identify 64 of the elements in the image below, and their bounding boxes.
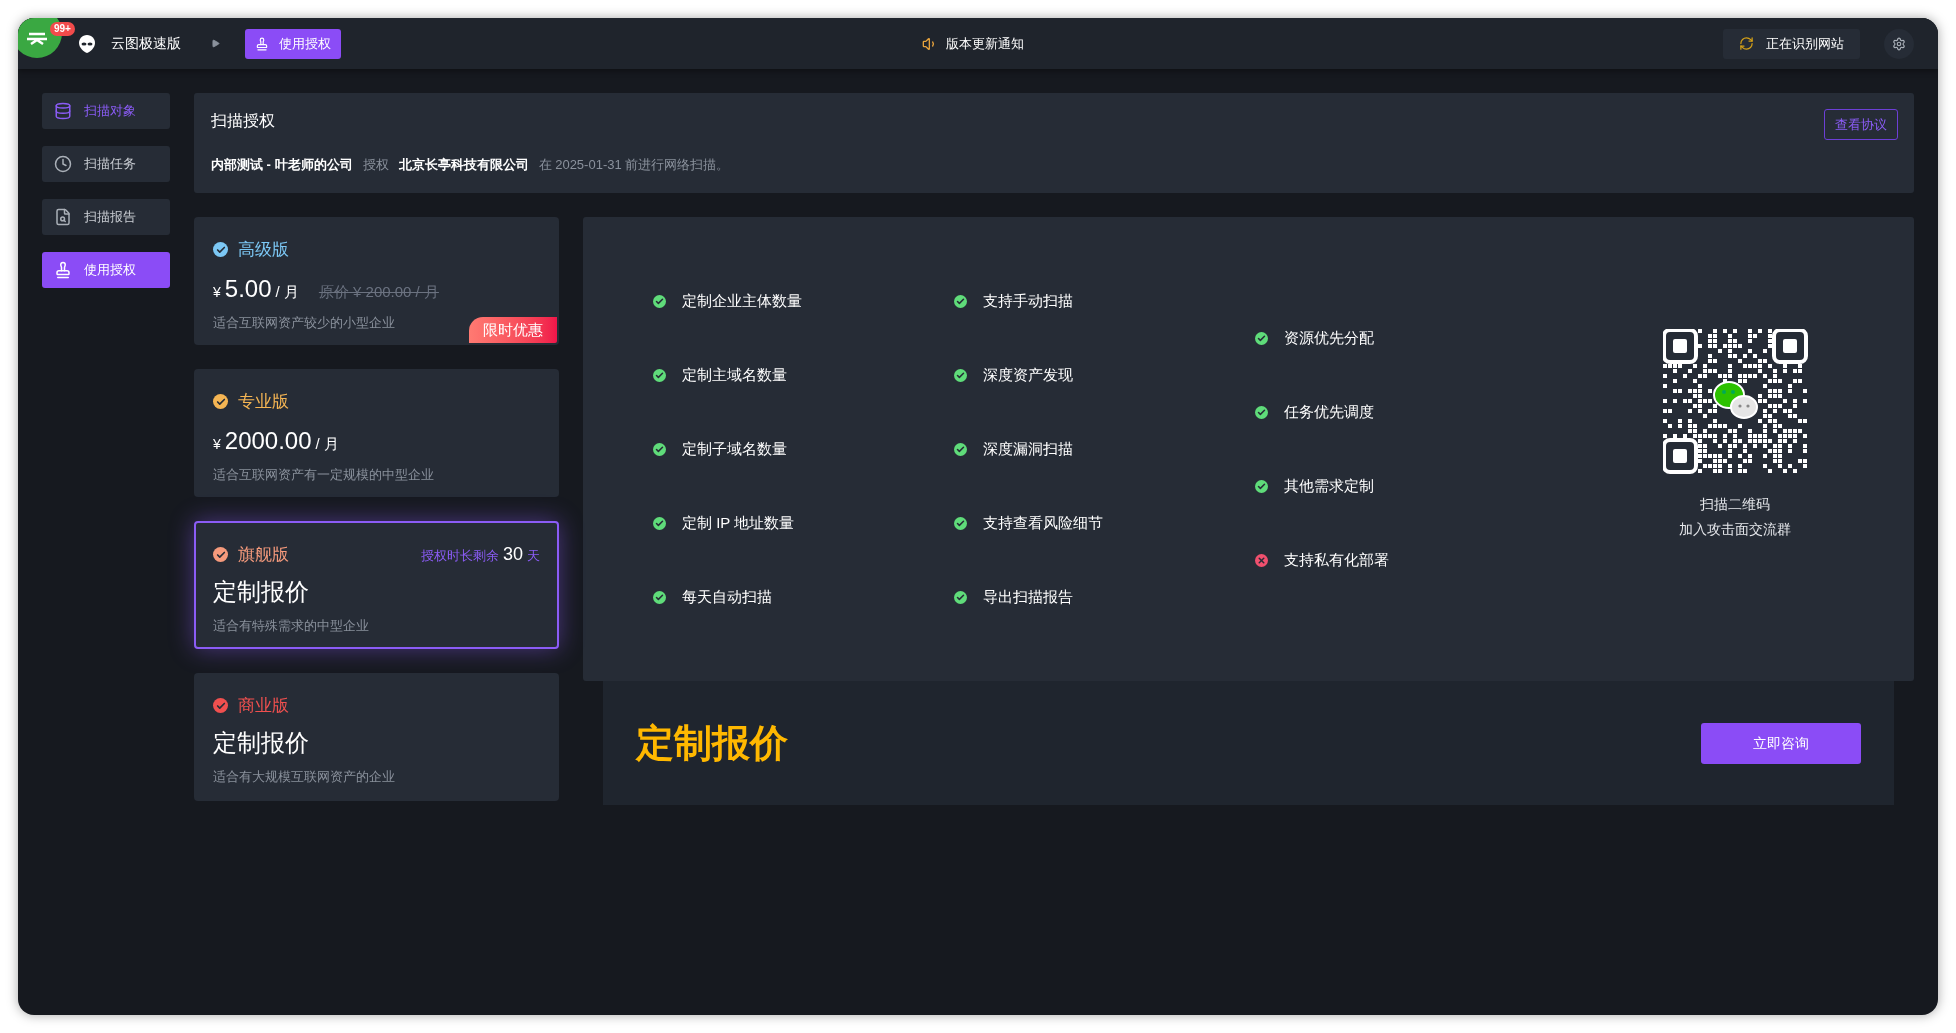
price-amount: 5.00: [224, 273, 272, 304]
card-title: 扫描授权: [211, 111, 275, 131]
licensor-name: 北京长亭科技有限公司: [398, 156, 529, 174]
sidebar-item[interactable]: 扫描报告: [42, 199, 170, 235]
remaining-days: 30: [502, 541, 523, 568]
feature-label: 定制企业主体数量: [682, 290, 802, 311]
settings-icon: [1892, 36, 1906, 51]
qr-caption: 加入攻击面交流群: [1679, 519, 1791, 539]
price-unit: / 月: [275, 281, 299, 302]
original-price: 原价 ¥ 200.00 / 月: [318, 281, 439, 302]
remaining-label: 授权时长剩余: [420, 547, 499, 565]
sync-icon: [1739, 36, 1754, 51]
quote-price: 定制报价: [213, 577, 310, 607]
feature-label: 定制主域名数量: [682, 364, 787, 385]
feature-label: 定制 IP 地址数量: [682, 512, 795, 533]
feature-label: 导出扫描报告: [983, 586, 1073, 607]
document-search-icon: [54, 208, 72, 226]
feature-label: 支持私有化部署: [1284, 549, 1389, 570]
stamp-icon: [255, 36, 269, 51]
feature-label: 每天自动扫描: [682, 586, 772, 607]
notification-badge: 99+: [50, 22, 75, 36]
feature-label: 资源优先分配: [1284, 327, 1374, 348]
plan-card[interactable]: 旗舰版 授权时长剩余 30 天 定制报价 适合有特殊需求的中型企业: [194, 521, 559, 649]
sidebar-item[interactable]: 扫描任务: [42, 146, 170, 182]
plan-card[interactable]: 高级版 ¥ 5.00 / 月 原价 ¥ 200.00 / 月 适合互联网资产较少的小型企业 限时优惠: [194, 217, 559, 345]
feature-label: 支持查看风险细节: [983, 512, 1103, 533]
plan-description: 适合有特殊需求的中型企业: [213, 617, 369, 635]
price-unit: / 月: [315, 433, 339, 454]
plan-name: 专业版: [238, 391, 289, 413]
promo-badge: 限时优惠: [469, 316, 557, 343]
database-icon: [54, 102, 72, 120]
breadcrumb-tab[interactable]: 使用授权: [245, 28, 341, 59]
price-amount: 2000.00: [224, 425, 312, 456]
update-notice[interactable]: 版本更新通知: [946, 33, 1024, 54]
plan-description: 适合互联网资产较少的小型企业: [213, 313, 395, 332]
caret-icon: [211, 39, 220, 48]
currency-sign: ¥: [213, 282, 221, 302]
plan-name: 旗舰版: [238, 543, 289, 566]
feature-label: 支持手动扫描: [983, 290, 1073, 311]
consult-button[interactable]: 立即咨询: [1701, 722, 1861, 764]
plan-description: 适合有大规模互联网资产的企业: [213, 767, 395, 786]
currency-sign: ¥: [213, 434, 221, 454]
quote-price: 定制报价: [213, 727, 310, 758]
plan-name: 高级版: [238, 239, 289, 261]
sidebar-item[interactable]: 使用授权: [42, 252, 170, 288]
clock-icon: [54, 155, 72, 173]
plan-card[interactable]: 商业版 定制报价 适合有大规模互联网资产的企业: [194, 673, 559, 801]
custom-price: 定制报价: [636, 720, 788, 766]
plan-name: 商业版: [238, 695, 289, 717]
alien-logo-icon: [76, 32, 98, 55]
days-unit: 天: [527, 547, 540, 565]
app-name: 云图极速版: [111, 34, 181, 53]
license-note: 在 2025-01-31 前进行网络扫描。: [538, 156, 730, 174]
licensee-name: 内部测试 - 叶老师的公司: [211, 156, 353, 174]
feature-label: 深度资产发现: [983, 364, 1073, 385]
feature-label: 其他需求定制: [1284, 475, 1374, 496]
stamp-icon: [54, 261, 72, 279]
status-pill[interactable]: 正在识别网站: [1723, 28, 1860, 59]
settings-button[interactable]: [1884, 28, 1914, 59]
qr-caption: 扫描二维码: [1700, 494, 1770, 514]
license-verb: 授权: [362, 156, 389, 174]
feature-label: 任务优先调度: [1284, 401, 1374, 422]
feature-label: 深度漏洞扫描: [983, 438, 1073, 459]
feature-label: 定制子域名数量: [682, 438, 787, 459]
